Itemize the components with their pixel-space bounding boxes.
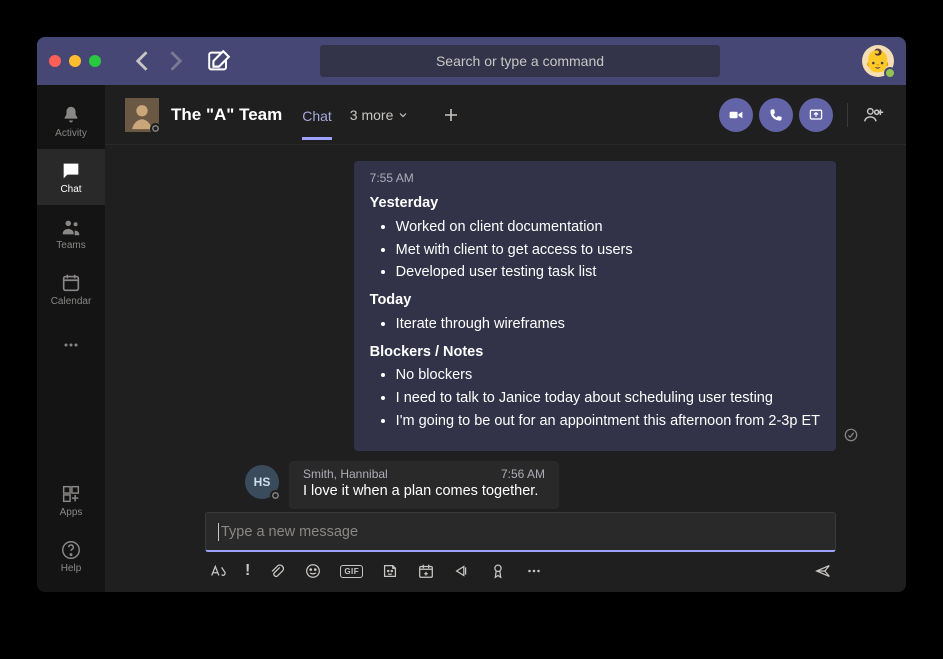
presence-offline-icon: [150, 123, 161, 134]
rail-chat[interactable]: Chat: [37, 149, 105, 205]
nav-back-button[interactable]: [129, 47, 157, 75]
titlebar: Search or type a command 👶: [37, 37, 906, 85]
tab-more-dropdown[interactable]: 3 more: [350, 107, 410, 123]
compose-toolbar: ! GIF: [205, 552, 836, 580]
stream-button[interactable]: [453, 562, 471, 580]
search-placeholder: Search or type a command: [436, 53, 604, 69]
chat-pane: The "A" Team Chat 3 more: [105, 85, 906, 592]
schedule-meeting-button[interactable]: [417, 562, 435, 580]
message-timestamp: 7:55 AM: [370, 169, 820, 187]
presence-available-icon: [884, 67, 896, 79]
chat-title: The "A" Team: [171, 105, 282, 125]
rail-apps[interactable]: Apps: [37, 472, 105, 528]
read-receipt-icon: [844, 428, 858, 447]
rail-teams[interactable]: Teams: [37, 205, 105, 261]
format-button[interactable]: [209, 562, 227, 580]
compose-area: Type a new message ! GIF: [105, 512, 906, 592]
presence-offline-icon: [270, 490, 281, 501]
rail-calendar[interactable]: Calendar: [37, 261, 105, 317]
sender-avatar[interactable]: HS: [245, 465, 279, 499]
nav-forward-button[interactable]: [161, 47, 189, 75]
message-bubble[interactable]: 7:55 AM Yesterday Worked on client docum…: [354, 161, 836, 451]
chevron-down-icon: [397, 109, 409, 121]
app-rail: Activity Chat Teams Calendar Apps: [37, 85, 105, 592]
praise-button[interactable]: [489, 562, 507, 580]
emoji-button[interactable]: [304, 562, 322, 580]
search-input[interactable]: Search or type a command: [320, 45, 720, 77]
message-bubble[interactable]: Smith, Hannibal 7:56 AM I love it when a…: [289, 461, 559, 509]
message-input-placeholder: Type a new message: [221, 524, 358, 540]
new-chat-button[interactable]: [205, 47, 233, 75]
video-call-button[interactable]: [719, 98, 753, 132]
share-screen-button[interactable]: [799, 98, 833, 132]
message-input[interactable]: Type a new message: [205, 512, 836, 552]
add-tab-button[interactable]: [439, 103, 463, 127]
teams-app-window: Search or type a command 👶 Activity Chat…: [37, 37, 906, 592]
rail-activity[interactable]: Activity: [37, 93, 105, 149]
attach-button[interactable]: [268, 562, 286, 580]
message-text: I love it when a plan comes together.: [303, 483, 545, 499]
sender-name: Smith, Hannibal: [303, 467, 388, 481]
chat-header: The "A" Team Chat 3 more: [105, 85, 906, 145]
message-list: 7:55 AM Yesterday Worked on client docum…: [105, 145, 906, 512]
audio-call-button[interactable]: [759, 98, 793, 132]
close-window-button[interactable]: [49, 55, 61, 67]
maximize-window-button[interactable]: [89, 55, 101, 67]
message-outgoing: 7:55 AM Yesterday Worked on client docum…: [354, 161, 836, 451]
minimize-window-button[interactable]: [69, 55, 81, 67]
window-controls: [49, 55, 101, 67]
profile-avatar[interactable]: 👶: [862, 45, 894, 77]
rail-help[interactable]: Help: [37, 528, 105, 584]
message-incoming: HS Smith, Hannibal 7:56 AM I love it whe…: [245, 461, 559, 509]
rail-more[interactable]: [37, 317, 105, 373]
add-people-button[interactable]: [862, 103, 886, 127]
message-timestamp: 7:56 AM: [501, 467, 545, 481]
tab-chat[interactable]: Chat: [302, 90, 332, 140]
sticker-button[interactable]: [381, 562, 399, 580]
chat-avatar[interactable]: [125, 98, 159, 132]
priority-button[interactable]: !: [245, 562, 250, 580]
more-actions-button[interactable]: [525, 562, 543, 580]
gif-button[interactable]: GIF: [340, 565, 363, 578]
divider: [847, 103, 848, 127]
send-button[interactable]: [814, 562, 832, 580]
